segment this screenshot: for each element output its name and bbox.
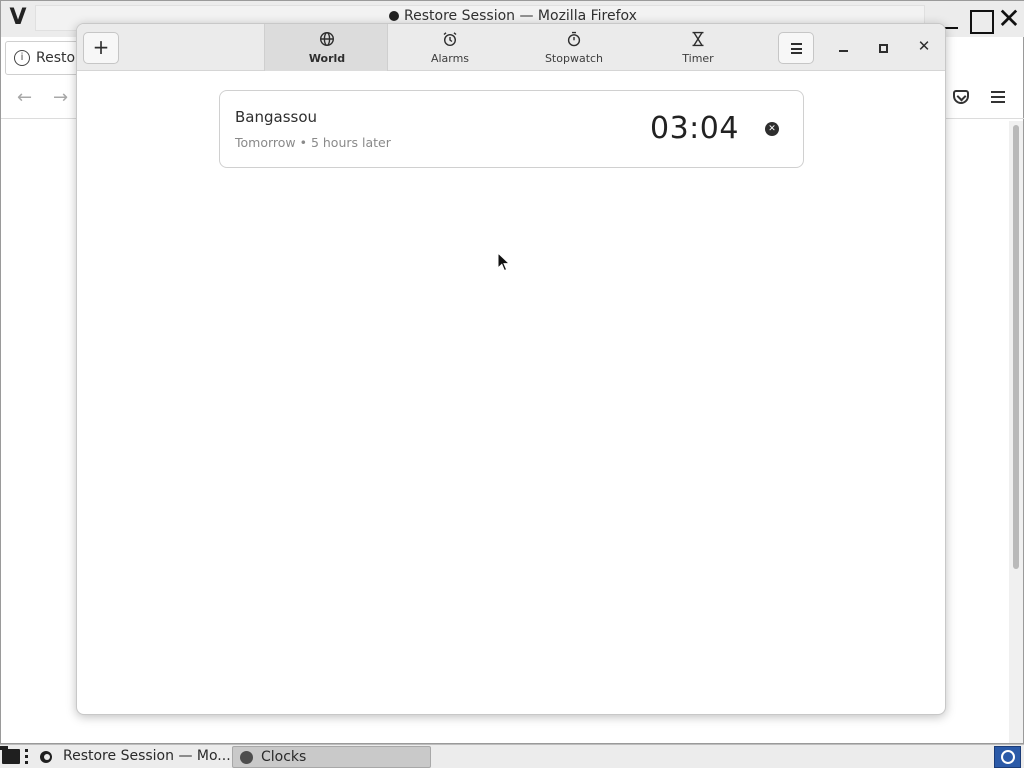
clocks-minimize-button[interactable]: [835, 40, 853, 58]
globe-icon: [319, 31, 335, 47]
firefox-window-title: Restore Session — Mozilla Firefox: [404, 8, 637, 24]
clocks-app-icon: [240, 751, 253, 764]
tab-stopwatch[interactable]: Stopwatch: [512, 24, 636, 71]
firefox-close-button[interactable]: ✕: [995, 5, 1023, 33]
mouse-pointer-icon: [497, 252, 511, 272]
folder-icon[interactable]: [0, 746, 20, 764]
tab-label: Timer: [682, 52, 714, 65]
hamburger-icon: [791, 43, 802, 54]
clocks-maximize-button[interactable]: [875, 40, 893, 58]
firefox-window-title-wrap: Restore Session — Mozilla Firefox: [1, 8, 1024, 24]
clocks-close-button[interactable]: ✕: [915, 37, 933, 55]
clocks-window: + World Alarms Stopwatch Timer ✕ Bangass…: [76, 23, 946, 715]
tab-label: Alarms: [430, 52, 470, 65]
taskbar-item-label: Clocks: [261, 749, 307, 765]
tab-label: Stopwatch: [544, 52, 604, 65]
page-scrollbar[interactable]: [1009, 121, 1023, 743]
firefox-maximize-button[interactable]: [967, 7, 995, 34]
taskbar: Restore Session — Mo... Clocks: [0, 744, 1024, 768]
back-arrow-icon[interactable]: ←: [17, 87, 32, 108]
remove-city-button[interactable]: ✕: [765, 122, 779, 136]
city-time: 03:04: [650, 111, 739, 146]
clocks-headerbar: + World Alarms Stopwatch Timer ✕: [77, 24, 945, 71]
city-time-offset: Tomorrow • 5 hours later: [235, 135, 391, 150]
main-menu-button[interactable]: [778, 32, 814, 64]
pocket-icon[interactable]: [953, 90, 969, 104]
stopwatch-icon: [567, 31, 581, 47]
tab-alarms[interactable]: Alarms: [388, 24, 512, 71]
city-name: Bangassou: [235, 108, 318, 126]
taskbar-item-firefox[interactable]: Restore Session — Mo...: [63, 748, 231, 764]
scrollbar-thumb[interactable]: [1013, 125, 1019, 569]
firefox-icon: [40, 751, 52, 763]
firefox-menu-icon[interactable]: [991, 91, 1005, 103]
tab-timer[interactable]: Timer: [636, 24, 760, 71]
add-world-clock-button[interactable]: +: [83, 32, 119, 64]
tray-icon[interactable]: [994, 746, 1021, 768]
taskbar-separator: [25, 749, 29, 764]
world-clock-row[interactable]: Bangassou Tomorrow • 5 hours later 03:04…: [219, 90, 804, 168]
firefox-icon: [389, 11, 400, 21]
taskbar-item-clocks[interactable]: Clocks: [232, 746, 431, 768]
hourglass-icon: [692, 31, 704, 47]
tab-world[interactable]: World: [264, 24, 388, 71]
alarm-clock-icon: [443, 32, 457, 47]
info-icon[interactable]: i: [14, 50, 30, 66]
url-text: Restor: [36, 50, 81, 66]
tab-label: World: [308, 52, 346, 65]
forward-arrow-icon[interactable]: →: [53, 87, 68, 108]
